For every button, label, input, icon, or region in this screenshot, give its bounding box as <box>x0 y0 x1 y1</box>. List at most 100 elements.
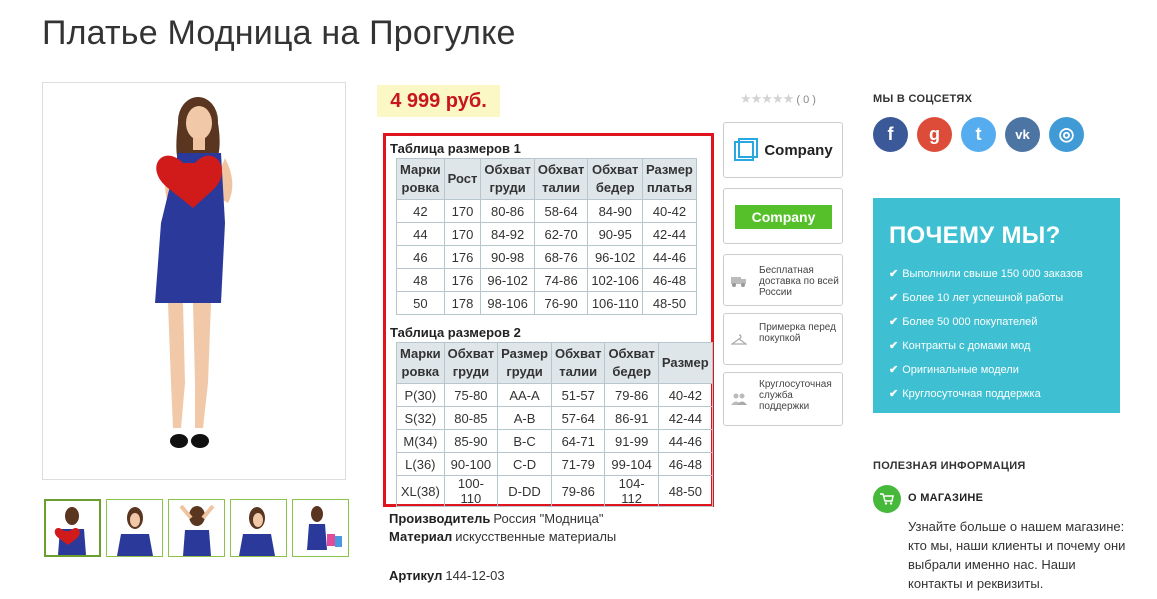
table-cell: 76-90 <box>533 291 589 315</box>
table-cell: 90-100 <box>443 452 499 476</box>
table-cell: 84-92 <box>480 222 535 246</box>
why-us-item-text: Выполнили свыше 150 000 заказов <box>902 268 1083 280</box>
column-header: Размер <box>657 342 713 384</box>
column-header-text: Обхват <box>608 346 655 361</box>
brand-logo-card-2[interactable]: Company <box>723 188 843 244</box>
about-store-link[interactable]: О МАГАЗИНЕ <box>908 492 983 504</box>
table-cell: 79-86 <box>604 383 659 407</box>
feature-try-on: Примерка перед покупкой <box>723 313 843 365</box>
table-cell: 100-110 <box>443 475 499 507</box>
facebook-icon[interactable]: f <box>873 117 908 152</box>
product-specs: Производитель Россия "Модница" Материал ис… <box>389 510 616 585</box>
column-header-text: Марки <box>400 162 441 177</box>
table-cell: 176 <box>443 268 482 292</box>
useful-info-title: ПОЛЕЗНАЯ ИНФОРМАЦИЯ <box>873 460 1026 472</box>
column-header-text: Марки <box>400 346 441 361</box>
thumbnail-3[interactable] <box>168 499 225 557</box>
vk-icon[interactable]: vk <box>1005 117 1040 152</box>
table-cell: 46-48 <box>657 452 713 476</box>
check-icon: ✔ <box>889 268 899 280</box>
table-cell: 68-76 <box>533 245 589 269</box>
why-us-item: ✔ Более 10 лет успешной работы <box>889 286 1120 310</box>
check-icon: ✔ <box>889 364 899 376</box>
table-cell: 57-64 <box>550 406 606 430</box>
table-cell: C-D <box>497 452 552 476</box>
table-row: 48 176 96-102 74-86 102-106 46-48 <box>396 268 697 292</box>
table-cell: 44-46 <box>657 429 713 453</box>
thumbnail-2[interactable] <box>106 499 163 557</box>
why-us-list: ✔ Выполнили свыше 150 000 заказов ✔ Более … <box>889 262 1120 406</box>
spec-manufacturer: Производитель Россия "Модница" <box>389 510 616 528</box>
users-icon <box>731 393 747 407</box>
column-header: Обхват груди <box>480 158 535 200</box>
table-cell: 99-104 <box>604 452 659 476</box>
brand-logo-card-1[interactable]: Company <box>723 122 843 178</box>
table-cell: M(34) <box>396 429 445 453</box>
instagram-icon[interactable]: ◎ <box>1049 117 1084 152</box>
column-header-text: груди <box>506 364 543 379</box>
table-cell: 79-86 <box>550 475 606 507</box>
why-us-item: ✔ Круглосуточная поддержка <box>889 382 1120 406</box>
column-header: Марки ровка <box>396 342 445 384</box>
brand-name-2: Company <box>735 205 832 229</box>
thumbnail-4[interactable] <box>230 499 287 557</box>
table-cell: 40-42 <box>657 383 713 407</box>
table-cell: 48 <box>396 268 445 292</box>
thumbnail-5[interactable] <box>292 499 349 557</box>
table-cell: B-C <box>497 429 552 453</box>
why-us-item-text: Оригинальные модели <box>902 364 1019 376</box>
check-icon: ✔ <box>889 388 899 400</box>
size-table-1: Марки ровка Рост Обхват груди Обхват талии Обхв… <box>396 158 697 315</box>
table-cell: 178 <box>443 291 482 315</box>
table-cell: L(36) <box>396 452 445 476</box>
table-cell: 176 <box>443 245 482 269</box>
why-us-item-text: Более 50 000 покупателей <box>902 316 1038 328</box>
product-main-image[interactable] <box>42 82 346 480</box>
table-row: S(32) 80-85 A-B 57-64 86-91 42-44 <box>396 406 713 430</box>
why-us-item: ✔ Выполнили свыше 150 000 заказов <box>889 262 1120 286</box>
table-cell: 44-46 <box>642 245 697 269</box>
brand-name-1: Company <box>764 141 833 159</box>
table-cell: 48-50 <box>657 475 713 507</box>
table-cell: 42 <box>396 199 445 223</box>
column-header: Обхват талии <box>533 158 589 200</box>
column-header-text: Обхват <box>484 162 531 177</box>
table-row: 50 178 98-106 76-90 106-110 48-50 <box>396 291 697 315</box>
google-plus-icon[interactable]: g <box>917 117 952 152</box>
column-header-text: Размер <box>661 355 709 370</box>
product-rating[interactable]: ★★★★★ ( 0 ) <box>740 91 816 107</box>
column-header-text: талии <box>542 180 581 195</box>
rating-stars-icon[interactable]: ★★★★★ <box>740 91 794 106</box>
column-header: Обхват талии <box>550 342 606 384</box>
thumbnail-1[interactable] <box>44 499 101 557</box>
table-cell: 51-57 <box>550 383 606 407</box>
table-cell: 58-64 <box>533 199 589 223</box>
table-cell: 96-102 <box>587 245 644 269</box>
column-header: Размер груди <box>497 342 552 384</box>
feature-text: Бесплатная доставка по всей России <box>759 265 839 298</box>
why-us-banner: ПОЧЕМУ МЫ? ✔ Выполнили свыше 150 000 зака… <box>873 198 1120 413</box>
table-cell: 102-106 <box>587 268 644 292</box>
column-header-text: платья <box>646 180 693 195</box>
table-cell: 106-110 <box>587 291 644 315</box>
spec-article: Артикул 144-12-03 <box>389 567 616 585</box>
table-cell: D-DD <box>497 475 552 507</box>
size-table-2: Марки ровка Обхват груди Размер груди Обхват та… <box>396 342 713 507</box>
column-header: Обхват груди <box>443 342 499 384</box>
twitter-icon[interactable]: t <box>961 117 996 152</box>
size-table-2-title: Таблица размеров 2 <box>390 325 521 340</box>
table-cell: 170 <box>443 222 482 246</box>
why-us-title: ПОЧЕМУ МЫ? <box>889 222 1061 249</box>
check-icon: ✔ <box>889 340 899 352</box>
column-header-text: Размер <box>501 346 548 361</box>
table-cell: 42-44 <box>642 222 697 246</box>
table-cell: 96-102 <box>480 268 535 292</box>
table-cell: 91-99 <box>604 429 659 453</box>
truck-icon <box>731 275 747 289</box>
size-table-1-title: Таблица размеров 1 <box>390 141 521 156</box>
column-header-text: талии <box>559 364 598 379</box>
why-us-item: ✔ Оригинальные модели <box>889 358 1120 382</box>
table-cell: 64-71 <box>550 429 606 453</box>
feature-text: Примерка перед покупкой <box>759 322 836 344</box>
spec-label: Артикул <box>389 568 443 583</box>
